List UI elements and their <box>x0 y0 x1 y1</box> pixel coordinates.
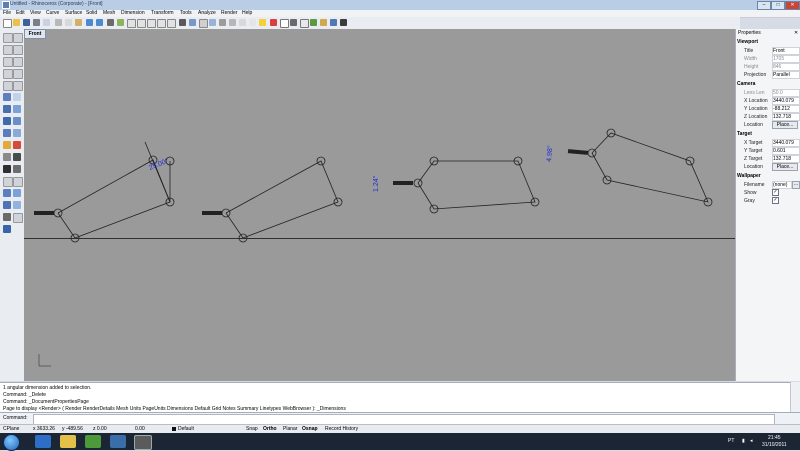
projection-label: Projection <box>744 72 767 78</box>
width-label: Width <box>744 56 757 62</box>
panel-close-icon[interactable]: ✕ <box>794 30 798 36</box>
rhino-taskbar-icon[interactable] <box>134 435 152 450</box>
title-field[interactable]: Front <box>772 47 800 55</box>
extra-value: 0.00 <box>135 426 145 432</box>
target-location-label: Location <box>744 164 763 170</box>
osnap-toggle[interactable]: Osnap <box>302 426 318 432</box>
properties-panel-title: Properties <box>738 30 761 36</box>
y-target-field[interactable]: 0.601 <box>772 147 800 155</box>
linkage-shape-1[interactable] <box>34 141 175 243</box>
layer-name[interactable]: Default <box>178 426 194 432</box>
chrome-icon[interactable] <box>85 435 101 448</box>
network-icon[interactable]: ▮ <box>742 438 745 444</box>
windows-taskbar: PT ▮ ◂ 21:45 31/10/2011 <box>0 433 800 451</box>
gray-checkbox[interactable]: ✓ <box>772 197 779 204</box>
y-coordinate: y -489.56 <box>62 426 83 432</box>
planar-toggle[interactable]: Planar <box>283 426 297 432</box>
angle-dimension-1[interactable]: 25.00° <box>148 157 170 172</box>
camera-location-label: Location <box>744 122 763 128</box>
command-label: Command: <box>3 415 28 421</box>
volume-icon[interactable]: ◂ <box>750 438 753 444</box>
viewport-section: Viewport <box>737 39 759 45</box>
y-target-label: Y Target <box>744 148 763 154</box>
gray-label: Gray <box>744 198 755 204</box>
z-location-label: Z Location <box>744 114 768 120</box>
cplane-label: CPlane <box>3 426 20 432</box>
layer-color-swatch <box>172 427 176 431</box>
history-line: 1 angular dimension added to selection. <box>3 385 92 391</box>
x-target-field[interactable]: 3440.079 <box>772 139 800 147</box>
linkage-shape-4[interactable] <box>567 128 713 207</box>
skype-icon[interactable] <box>110 435 126 448</box>
filename-field[interactable]: (none) <box>772 181 792 189</box>
camera-section: Camera <box>737 81 756 87</box>
ortho-toggle[interactable]: Ortho <box>263 426 277 432</box>
linkage-shape-2[interactable] <box>202 156 343 243</box>
system-tray: PT ▮ ◂ 21:45 31/10/2011 <box>728 434 798 449</box>
width-field: 1705 <box>772 55 800 63</box>
x-location-field[interactable]: 3440.079 <box>772 97 800 105</box>
camera-place-button[interactable]: Place... <box>772 121 798 129</box>
linkage-shape-3[interactable] <box>393 156 540 214</box>
z-location-field[interactable]: 132.718 <box>772 113 800 121</box>
show-label: Show <box>744 190 757 196</box>
start-button[interactable] <box>3 434 20 451</box>
history-line: Command: _DocumentPropertiesPage <box>3 399 89 405</box>
record-history-toggle[interactable]: Record History <box>325 426 358 432</box>
target-place-button[interactable]: Place... <box>772 163 798 171</box>
clock-date: 31/10/2011 <box>762 442 787 448</box>
browse-button[interactable]: … <box>792 181 800 189</box>
internet-explorer-icon[interactable] <box>35 435 51 448</box>
title-label: Title <box>744 48 754 54</box>
filename-label: Filename <box>744 182 765 188</box>
z-target-label: Z Target <box>744 156 763 162</box>
wallpaper-section: Wallpaper <box>737 173 761 179</box>
lens-label: Lens Len <box>744 90 765 96</box>
history-line: Command: _Delete <box>3 392 47 398</box>
height-label: Height <box>744 64 759 70</box>
command-history: 1 angular dimension added to selection. … <box>0 382 790 413</box>
angle-dimension-3[interactable]: 4.98° <box>545 145 554 162</box>
height-field: 846 <box>772 63 800 71</box>
show-checkbox[interactable]: ✓ <box>772 189 779 196</box>
command-history-scrollbar[interactable] <box>790 382 800 412</box>
clock-time: 21:45 <box>768 435 781 441</box>
projection-select[interactable]: Parallel <box>772 71 800 79</box>
z-coordinate: z 0.00 <box>93 426 107 432</box>
world-axes-icon <box>38 354 51 367</box>
y-location-field[interactable]: -88.212 <box>772 105 800 113</box>
file-explorer-icon[interactable] <box>60 435 76 448</box>
x-coordinate: x 3633.26 <box>33 426 55 432</box>
x-target-label: X Target <box>744 140 763 146</box>
x-location-label: X Location <box>744 98 768 104</box>
target-section: Target <box>737 131 752 137</box>
properties-panel: Properties ✕ Viewport Title Front Width … <box>735 29 800 381</box>
angle-dimension-2[interactable]: 1.24° <box>372 175 380 192</box>
z-target-field[interactable]: 132.718 <box>772 155 800 163</box>
language-indicator[interactable]: PT <box>728 438 734 444</box>
lens-field: 50.0 <box>772 89 800 97</box>
snap-toggle[interactable]: Snap <box>246 426 258 432</box>
y-location-label: Y Location <box>744 106 768 112</box>
